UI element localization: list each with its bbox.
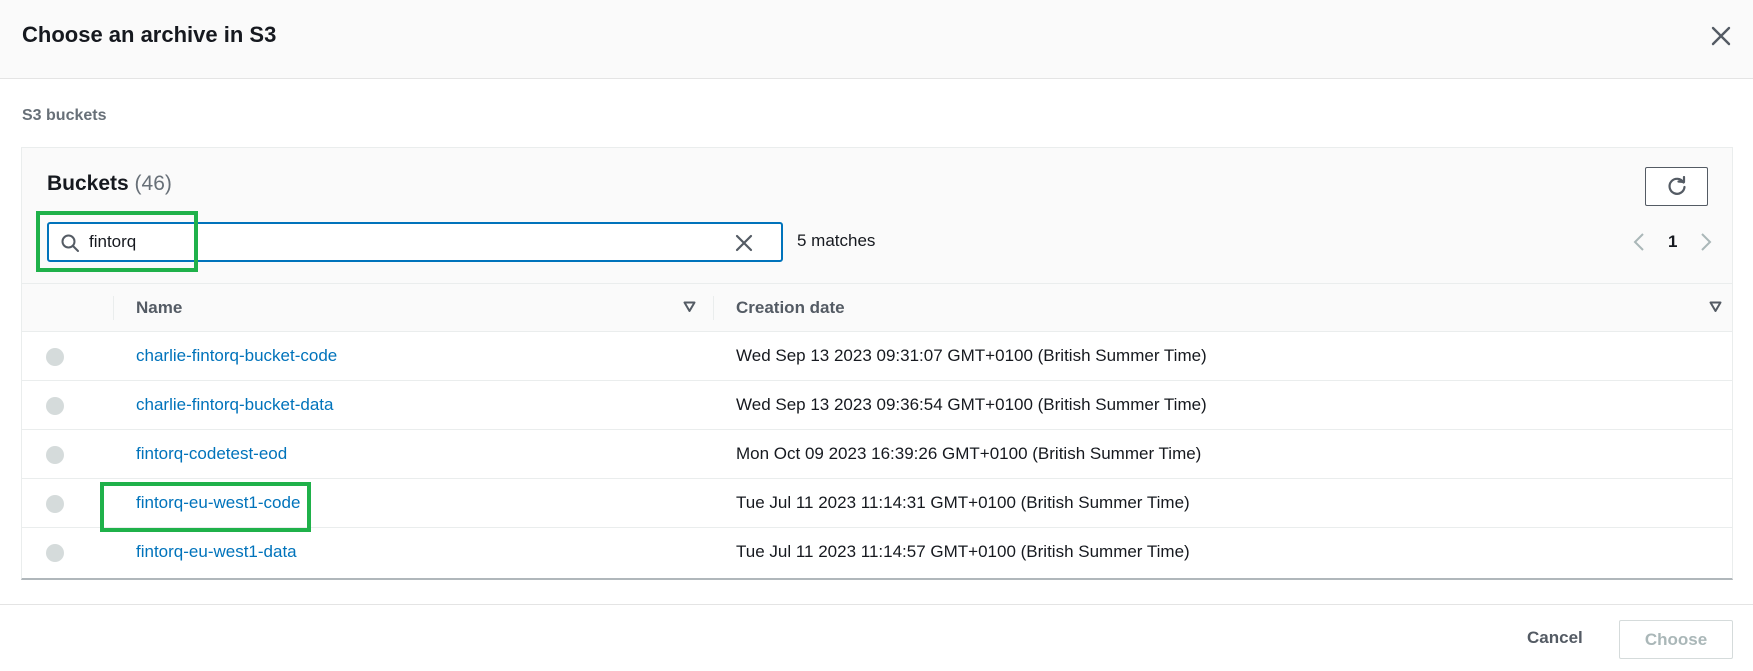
radio-button[interactable] (46, 445, 64, 464)
pagination: 1 (1632, 230, 1713, 254)
radio-button[interactable] (46, 543, 64, 562)
row-select[interactable] (22, 332, 113, 381)
matches-count: 5 matches (797, 231, 876, 250)
row-select[interactable] (22, 381, 113, 430)
chevron-right-icon[interactable] (1699, 231, 1713, 253)
s3-buckets-label: S3 buckets (22, 107, 107, 124)
choose-button[interactable]: Choose (1619, 620, 1733, 659)
modal-title: Choose an archive in S3 (22, 22, 277, 47)
current-page[interactable]: 1 (1664, 232, 1681, 252)
name-column-header[interactable]: Name (113, 284, 713, 332)
creation-date-column-label: Creation date (736, 297, 845, 317)
bucket-name-link[interactable]: charlie-fintorq-bucket-code (113, 346, 337, 365)
creation-date-column-header[interactable]: Creation date (713, 284, 1732, 332)
table-row[interactable]: charlie-fintorq-bucket-code Wed Sep 13 2… (22, 332, 1732, 381)
search-icon (61, 234, 79, 252)
row-select[interactable] (22, 528, 113, 577)
name-column-label: Name (136, 297, 183, 317)
buckets-table-container: Buckets (46) 5 matches 1 (21, 147, 1733, 580)
buckets-table: Name Creation date charlie-fintorq-bucke… (22, 283, 1732, 577)
column-divider (713, 296, 714, 320)
buckets-title: Buckets (47, 172, 129, 195)
bucket-name-link[interactable]: charlie-fintorq-bucket-data (113, 395, 333, 414)
footer-divider (0, 604, 1753, 605)
buckets-heading: Buckets (46) (47, 172, 172, 196)
clear-icon[interactable] (734, 233, 754, 253)
table-row[interactable]: charlie-fintorq-bucket-data Wed Sep 13 2… (22, 381, 1732, 430)
search-input[interactable] (89, 230, 729, 254)
sort-icon[interactable] (1709, 301, 1722, 313)
cancel-button[interactable]: Cancel (1515, 626, 1595, 650)
select-column-header (22, 284, 113, 332)
bucket-name-link[interactable]: fintorq-eu-west1-code (113, 493, 300, 512)
creation-date: Tue Jul 11 2023 11:14:31 GMT+0100 (Briti… (736, 493, 1190, 512)
sort-icon[interactable] (683, 301, 696, 313)
search-field[interactable] (47, 222, 783, 262)
row-select[interactable] (22, 479, 113, 528)
refresh-icon (1667, 175, 1686, 195)
modal-header: Choose an archive in S3 (0, 0, 1753, 79)
radio-button[interactable] (46, 396, 64, 415)
table-row[interactable]: fintorq-eu-west1-code Tue Jul 11 2023 11… (22, 479, 1732, 528)
table-row[interactable]: fintorq-eu-west1-data Tue Jul 11 2023 11… (22, 528, 1732, 577)
creation-date: Tue Jul 11 2023 11:14:57 GMT+0100 (Briti… (736, 542, 1190, 562)
creation-date: Wed Sep 13 2023 09:36:54 GMT+0100 (Briti… (736, 395, 1207, 414)
refresh-button[interactable] (1645, 167, 1708, 206)
column-divider (113, 296, 114, 320)
table-row[interactable]: fintorq-codetest-eod Mon Oct 09 2023 16:… (22, 430, 1732, 479)
buckets-header: Buckets (46) 5 matches 1 (22, 148, 1732, 283)
radio-button[interactable] (46, 494, 64, 513)
creation-date: Mon Oct 09 2023 16:39:26 GMT+0100 (Briti… (736, 444, 1202, 463)
close-button[interactable] (1709, 24, 1733, 48)
chevron-left-icon[interactable] (1632, 231, 1646, 253)
close-icon (1711, 26, 1731, 46)
table-header-row: Name Creation date (22, 283, 1732, 332)
bucket-name-link[interactable]: fintorq-eu-west1-data (113, 542, 297, 561)
radio-button[interactable] (46, 347, 64, 366)
bucket-name-link[interactable]: fintorq-codetest-eod (113, 444, 287, 463)
row-select[interactable] (22, 430, 113, 479)
buckets-count: (46) (134, 172, 172, 195)
creation-date: Wed Sep 13 2023 09:31:07 GMT+0100 (Briti… (736, 346, 1207, 365)
